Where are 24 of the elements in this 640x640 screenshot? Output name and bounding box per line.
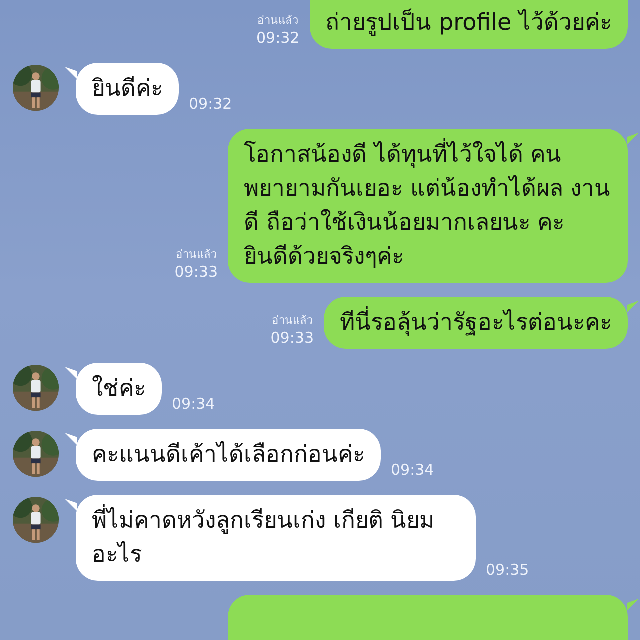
bubble-tail	[627, 598, 639, 612]
bubble-tail	[65, 366, 77, 380]
message-time: 09:35	[486, 561, 530, 579]
message-bubble: ทีนี่รอลุ้นว่ารัฐอะไรต่อนะคะ	[324, 297, 628, 349]
bubble-tail	[627, 132, 639, 146]
read-receipt: อ่านแล้ว	[258, 13, 299, 29]
message-bubble: ยินดีค่ะ	[76, 63, 179, 115]
message-bubble: ถ่ายรูปเป็น profile ไว้ด้วยค่ะ	[310, 0, 628, 49]
message-time: 09:33	[270, 329, 314, 347]
bubble-tail	[65, 498, 77, 512]
message-bubble: โอกาสน้องดี ได้ทุนที่ไว้ใจได้ คน พยายามกันเยอะ แต่น้องทำได้ผล งานดี ถือว่าใช้เงินน้อยมากเลยนะ คะ ยินดีด้วยจริงๆค่ะ	[228, 129, 628, 283]
message-time: 09:34	[391, 461, 434, 479]
message-bubble: คะแนนดีเค้าได้เลือกก่อนค่ะ	[76, 429, 381, 481]
message-time: 09:34	[172, 395, 216, 413]
read-receipt: อ่านแล้ว	[176, 247, 217, 263]
message-time: 09:32	[189, 95, 232, 113]
message-time: 09:33	[174, 263, 218, 281]
message-time: 09:32	[256, 29, 300, 47]
read-receipt: อ่านแล้ว	[272, 313, 313, 329]
bubble-tail	[627, 300, 639, 314]
message-bubble: พี่ไม่คาดหวังลูกเรียนเก่ง เกียติ นิยมอะไร	[76, 495, 476, 581]
message-bubble: ใช่ค่ะ	[76, 363, 162, 415]
bubble-tail	[65, 66, 77, 80]
bubble-tail	[65, 432, 77, 446]
